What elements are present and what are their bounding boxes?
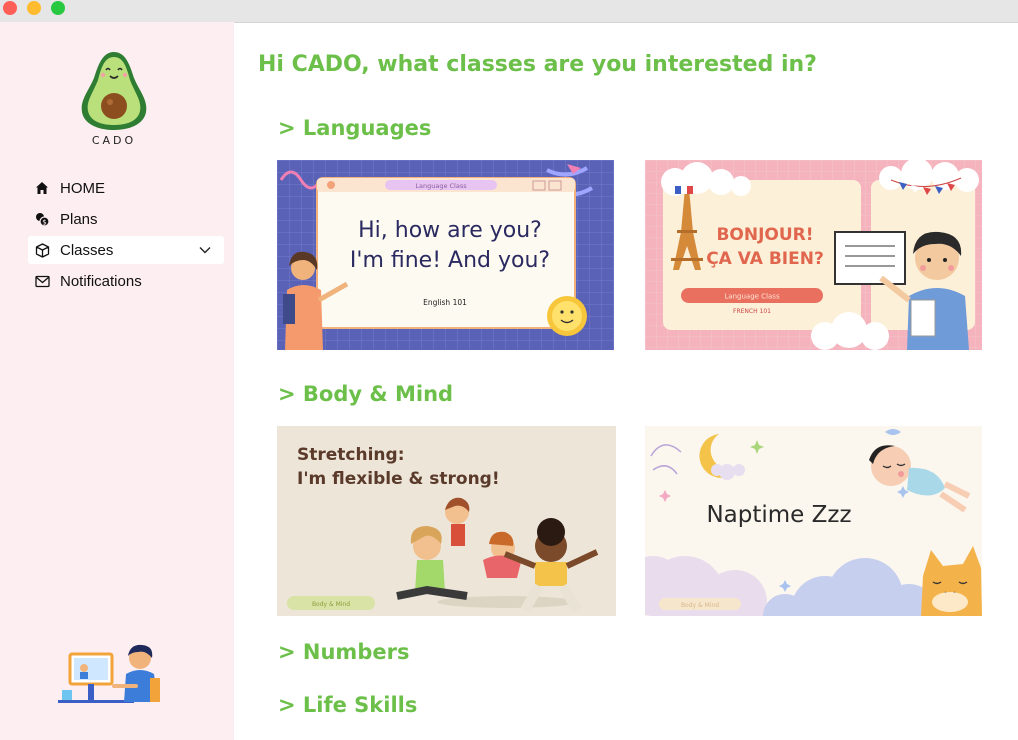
svg-text:$: $ <box>42 218 46 226</box>
sidebar-item-label: Classes <box>60 241 114 259</box>
coins-icon: $ <box>34 211 50 227</box>
class-card-french-101[interactable]: BONJOUR! ÇA VA BIEN? Language Class FREN… <box>645 160 982 350</box>
minimize-window-button[interactable] <box>27 1 41 15</box>
card-caption: English 101 <box>423 298 467 307</box>
card-header-label: Language Class <box>415 182 467 190</box>
card-pill-label: Body & Mind <box>312 601 350 608</box>
class-card-naptime[interactable]: Naptime Zzz Body & Mind <box>645 426 982 616</box>
maximize-window-button[interactable] <box>51 1 65 15</box>
home-icon <box>34 180 50 196</box>
brand-name: CADO <box>91 134 137 147</box>
page-greeting: Hi CADO, what classes are you interested… <box>258 52 817 77</box>
close-window-button[interactable] <box>3 1 17 15</box>
card-headline-line1: Hi, how are you? <box>358 218 542 243</box>
class-card-english-101[interactable]: Language Class Hi, how are you? I'm fine… <box>277 160 614 350</box>
sidebar-item-notifications[interactable]: Notifications <box>28 267 224 295</box>
sidebar-item-plans[interactable]: $ Plans <box>28 205 224 233</box>
card-headline-line1: BONJOUR! <box>716 225 813 245</box>
section-title-body-mind[interactable]: > Body & Mind <box>278 382 453 406</box>
whiteboard-icon <box>834 231 906 285</box>
card-pill-label: Body & Mind <box>681 602 719 609</box>
chevron-down-icon[interactable] <box>198 243 212 261</box>
card-headline-line1: Stretching: <box>297 445 405 465</box>
card-headline-line2: I'm fine! And you? <box>350 248 550 273</box>
card-pill-label: Language Class <box>724 293 780 301</box>
cado-logo[interactable]: CADO <box>72 48 156 158</box>
sidebar-item-label: Notifications <box>60 272 142 290</box>
sidebar-nav: HOME $ Plans Classes Notifications <box>28 174 224 298</box>
sidebar-item-label: Plans <box>60 210 98 228</box>
card-headline: Naptime Zzz <box>706 502 851 528</box>
section-title-numbers[interactable]: > Numbers <box>278 640 409 664</box>
main-content: Hi CADO, what classes are you interested… <box>234 22 1018 740</box>
avocado-logo-icon <box>81 52 147 130</box>
card-headline-line2: ÇA VA BIEN? <box>706 249 824 269</box>
section-title-life-skills[interactable]: > Life Skills <box>278 693 417 717</box>
class-card-stretching[interactable]: Stretching: I'm flexible & strong! Body … <box>277 426 616 616</box>
sidebar-item-classes[interactable]: Classes <box>28 236 224 264</box>
sidebar-item-label: HOME <box>60 179 105 197</box>
window-titlebar <box>0 0 1018 23</box>
card-caption: FRENCH 101 <box>733 308 771 315</box>
sidebar-item-home[interactable]: HOME <box>28 174 224 202</box>
box-icon <box>34 242 50 258</box>
section-title-languages[interactable]: > Languages <box>278 116 431 140</box>
sidebar: CADO HOME $ Plans Classes Notifications <box>0 22 234 740</box>
envelope-icon <box>34 273 50 289</box>
student-at-computer-illustration <box>54 644 174 706</box>
card-headline-line2: I'm flexible & strong! <box>297 469 500 489</box>
sun-icon <box>547 296 587 336</box>
